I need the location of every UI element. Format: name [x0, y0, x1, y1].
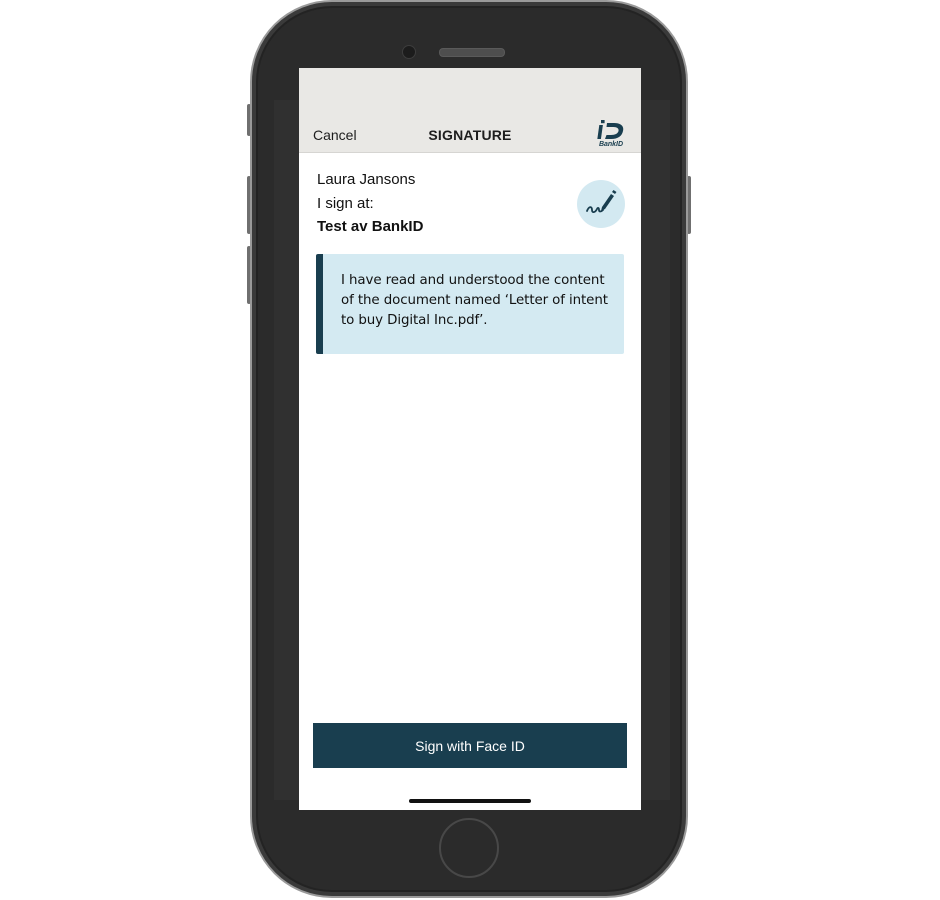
- app-screen: Cancel SIGNATURE BankID Laura Jansons I …: [299, 68, 641, 810]
- signer-name: Laura Jansons: [317, 171, 416, 188]
- sign-at-label: I sign at:: [317, 195, 374, 212]
- sign-with-face-id-button[interactable]: Sign with Face ID: [313, 723, 627, 768]
- home-indicator[interactable]: [409, 799, 531, 803]
- navigation-bar: Cancel SIGNATURE BankID: [299, 68, 641, 153]
- home-button[interactable]: [439, 818, 499, 878]
- signature-pen-icon: [577, 180, 625, 228]
- earpiece-speaker: [439, 48, 505, 57]
- signature-message-box: I have read and understood the content o…: [316, 254, 624, 354]
- bankid-logo-icon: BankID: [595, 120, 627, 150]
- page-title: SIGNATURE: [428, 127, 512, 143]
- bankid-logo-text: BankID: [598, 141, 624, 148]
- signature-message-text: I have read and understood the content o…: [341, 273, 608, 328]
- service-name: Test av BankID: [317, 218, 424, 235]
- front-camera: [402, 45, 416, 59]
